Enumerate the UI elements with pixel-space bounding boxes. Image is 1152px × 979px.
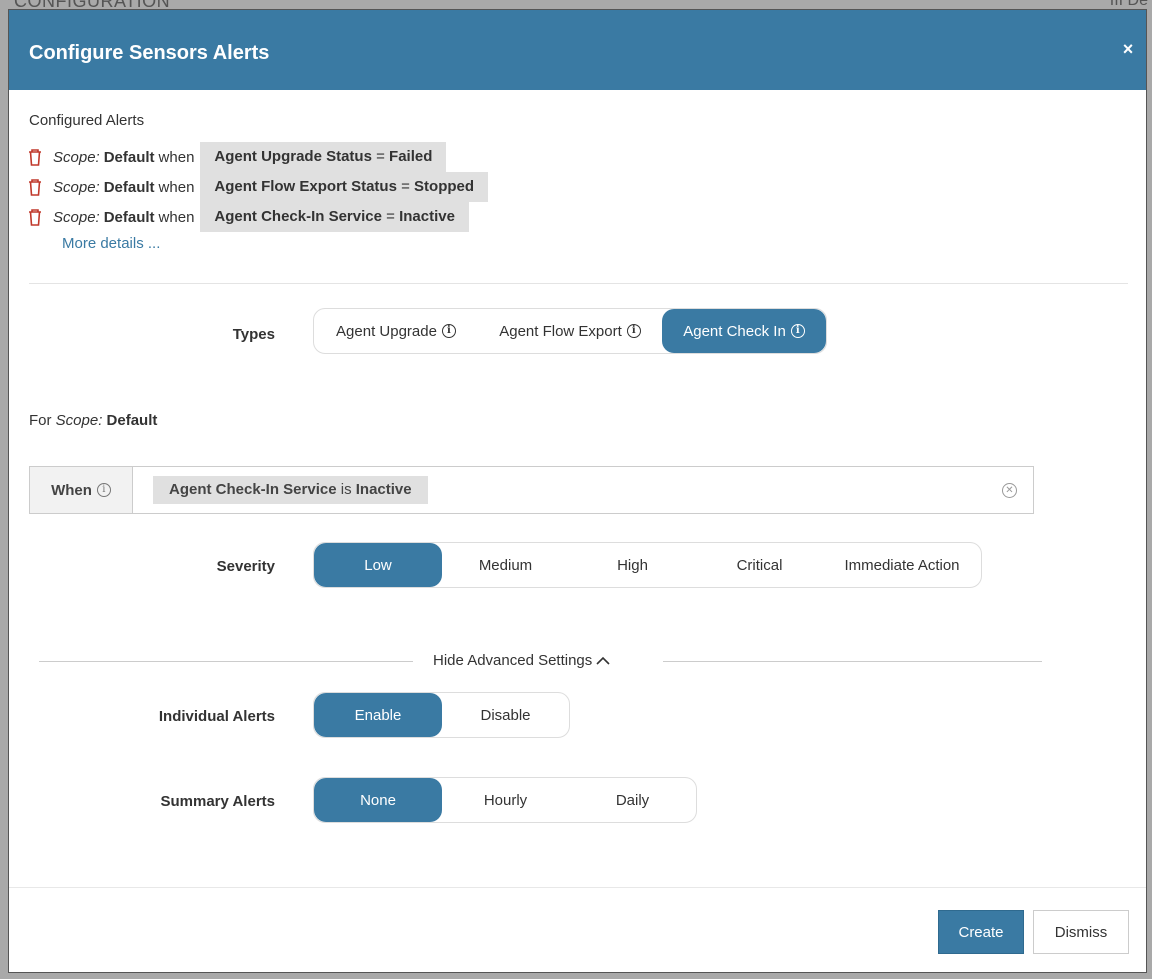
configure-alerts-modal: Configure Sensors Alerts × Configured Al…: [8, 9, 1147, 973]
summary-option-daily[interactable]: Daily: [569, 778, 696, 822]
type-option-agent-upgrade[interactable]: Agent Upgrade i: [314, 309, 478, 353]
scope-value: Default: [103, 208, 155, 226]
type-option-agent-flow-export[interactable]: Agent Flow Export i: [478, 309, 662, 353]
severity-selector: Low Medium High Critical Immediate Actio…: [313, 542, 982, 588]
when-condition-chip[interactable]: Agent Check-In Service is Inactive: [153, 476, 428, 504]
more-details-link[interactable]: More details ...: [62, 235, 160, 252]
when-text: when: [158, 208, 195, 226]
individual-option-enable[interactable]: Enable: [314, 693, 442, 737]
for-scope-label: For Scope: Default: [29, 412, 158, 429]
individual-option-disable[interactable]: Disable: [442, 693, 569, 737]
info-icon: i: [441, 324, 456, 338]
summary-option-none[interactable]: None: [314, 778, 442, 822]
info-icon: i: [96, 483, 111, 497]
severity-option-critical[interactable]: Critical: [696, 543, 823, 587]
chevron-up-icon: [596, 656, 611, 665]
scope-label: Scope:: [53, 208, 100, 226]
configured-alert-row: Scope: Default when Agent Flow Export St…: [27, 172, 489, 202]
severity-option-immediate-action[interactable]: Immediate Action: [823, 543, 981, 587]
severity-label: Severity: [216, 558, 275, 575]
condition-chip: Agent Upgrade Status = Failed: [200, 142, 447, 172]
trash-icon[interactable]: [27, 178, 43, 196]
individual-alerts-label: Individual Alerts: [158, 708, 275, 725]
trash-icon[interactable]: [27, 208, 43, 226]
severity-option-medium[interactable]: Medium: [442, 543, 569, 587]
condition-chip: Agent Flow Export Status = Stopped: [200, 172, 489, 202]
when-label: When i: [30, 467, 133, 513]
scope-label: Scope:: [53, 148, 100, 166]
severity-option-high[interactable]: High: [569, 543, 696, 587]
info-icon: i: [626, 324, 641, 338]
divider: [29, 283, 1128, 284]
configured-alert-row: Scope: Default when Agent Check-In Servi…: [27, 202, 469, 232]
create-button[interactable]: Create: [938, 910, 1024, 954]
individual-alerts-selector: Enable Disable: [313, 692, 570, 738]
trash-icon[interactable]: [27, 148, 43, 166]
severity-option-low[interactable]: Low: [314, 543, 442, 587]
footer-divider: [9, 887, 1146, 888]
summary-option-hourly[interactable]: Hourly: [442, 778, 569, 822]
configured-alerts-label: Configured Alerts: [29, 112, 145, 129]
dismiss-button[interactable]: Dismiss: [1033, 910, 1129, 954]
types-label: Types: [232, 326, 275, 343]
divider: [39, 661, 413, 662]
scope-label: Scope:: [53, 178, 100, 196]
clear-icon[interactable]: ✕: [1002, 483, 1017, 498]
modal-title: Configure Sensors Alerts: [29, 42, 270, 64]
info-icon: i: [790, 324, 805, 338]
when-condition-input[interactable]: When i Agent Check-In Service is Inactive…: [29, 466, 1034, 514]
types-selector: Agent Upgrade i Agent Flow Export i Agent …: [313, 308, 827, 354]
summary-alerts-selector: None Hourly Daily: [313, 777, 697, 823]
condition-chip: Agent Check-In Service = Inactive: [200, 202, 469, 232]
hide-advanced-settings-toggle[interactable]: Hide Advanced Settings: [433, 652, 611, 669]
type-option-agent-check-in[interactable]: Agent Check In i: [662, 309, 826, 353]
close-icon[interactable]: ×: [1120, 40, 1136, 58]
divider: [663, 661, 1042, 662]
configured-alert-row: Scope: Default when Agent Upgrade Status…: [27, 142, 447, 172]
scope-value: Default: [103, 148, 155, 166]
summary-alerts-label: Summary Alerts: [160, 793, 276, 810]
when-text: when: [158, 178, 195, 196]
when-text: when: [158, 148, 195, 166]
scope-value: Default: [103, 178, 155, 196]
modal-header: Configure Sensors Alerts ×: [9, 10, 1146, 90]
